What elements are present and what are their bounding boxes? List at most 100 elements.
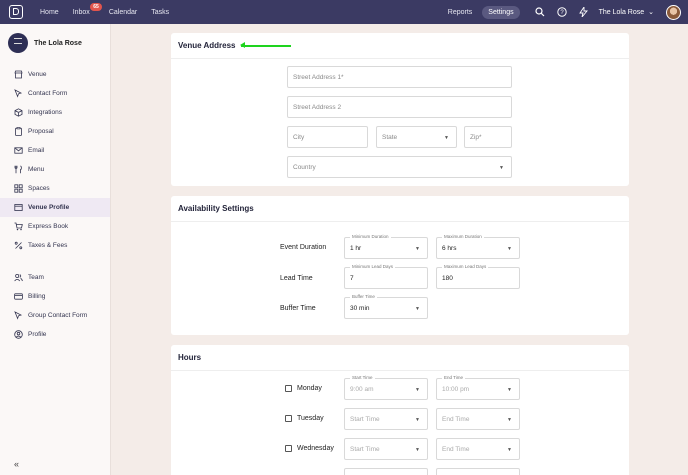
country-select[interactable]: Country ▼: [287, 156, 512, 178]
nav-home[interactable]: Home: [40, 9, 59, 16]
top-navigation-bar: Home Inbox 65 Calendar Tasks Reports Sett…: [0, 0, 688, 24]
venue-name: The Lola Rose: [34, 39, 82, 47]
sidebar-item-contact-form[interactable]: Contact Form: [0, 84, 110, 103]
search-icon[interactable]: [534, 6, 546, 18]
sidebar-item-label: Taxes & Fees: [28, 242, 68, 249]
event-duration-label: Event Duration: [280, 244, 327, 251]
buffer-time-float-label: Buffer Time: [350, 294, 377, 300]
sidebar-item-label: Proposal: [28, 128, 54, 135]
tuesday-start-time-select[interactable]: Start Time ▼: [344, 408, 428, 430]
minimum-duration-select[interactable]: Minimum Duration 1 hr ▼: [344, 234, 428, 259]
caret-down-icon: ▼: [415, 417, 420, 423]
maximum-lead-days-value: 180: [442, 274, 453, 282]
next-day-end-time-select[interactable]: [436, 468, 520, 475]
annotation-arrow: [240, 42, 291, 48]
user-circle-icon: [13, 330, 23, 340]
storefront-icon: [13, 70, 23, 80]
sidebar-item-venue[interactable]: Venue: [0, 65, 110, 84]
minimum-lead-days-field[interactable]: Minimum Lead Days 7: [344, 264, 428, 289]
sidebar-item-group-contact-form[interactable]: Group Contact Form: [0, 306, 110, 325]
wednesday-start-time-select[interactable]: Start Time ▼: [344, 438, 428, 460]
nav-reports[interactable]: Reports: [448, 9, 473, 16]
caret-down-icon: ▼: [415, 447, 420, 453]
sidebar-item-label: Group Contact Form: [28, 312, 88, 319]
account-name[interactable]: The Lola Rose: [599, 9, 645, 16]
utensils-icon: [13, 165, 23, 175]
next-day-start-time-select[interactable]: [344, 468, 428, 475]
venue-header[interactable]: The Lola Rose: [0, 24, 110, 65]
street-address-2-field[interactable]: Street Address 2: [287, 96, 512, 118]
sidebar-item-team[interactable]: Team: [0, 268, 110, 287]
availability-settings-card: Availability Settings Event Duration Min…: [171, 196, 629, 335]
tuesday-checkbox[interactable]: [285, 415, 292, 422]
state-select[interactable]: State ▼: [376, 126, 457, 148]
collapse-sidebar-icon[interactable]: «: [14, 459, 19, 469]
nav-inbox[interactable]: Inbox 65: [72, 2, 102, 16]
street-address-1-field[interactable]: Street Address 1*: [287, 66, 512, 88]
app-logo-icon[interactable]: [9, 5, 23, 19]
nav-tasks[interactable]: Tasks: [151, 9, 169, 16]
street-address-2-placeholder: Street Address 2: [293, 103, 342, 111]
caret-down-icon: ▼: [415, 246, 420, 252]
sidebar-item-taxes-fees[interactable]: Taxes & Fees: [0, 236, 110, 255]
venue-logo: [8, 33, 28, 53]
zip-field[interactable]: Zip*: [464, 126, 512, 148]
sidebar-item-venue-profile[interactable]: Venue Profile: [0, 198, 110, 217]
sidebar-item-express-book[interactable]: Express Book: [0, 217, 110, 236]
wednesday-start-time-placeholder: Start Time: [350, 445, 380, 453]
help-icon[interactable]: ?: [556, 6, 568, 18]
sidebar-item-integrations[interactable]: Integrations: [0, 103, 110, 122]
caret-down-icon: ▼: [507, 447, 512, 453]
buffer-time-select[interactable]: Buffer Time 30 min ▼: [344, 294, 428, 319]
monday-checkbox[interactable]: [285, 385, 292, 392]
monday-start-time-select[interactable]: Start Time 9:00 am ▼: [344, 375, 428, 400]
user-avatar[interactable]: [666, 4, 681, 20]
lead-time-label: Lead Time: [280, 275, 313, 282]
caret-down-icon: ▼: [415, 387, 420, 393]
city-field[interactable]: City: [287, 126, 368, 148]
cube-icon: [13, 108, 23, 118]
profile-card-icon: [13, 203, 23, 213]
sidebar-item-email[interactable]: Email: [0, 141, 110, 160]
caret-down-icon: ▼: [499, 165, 504, 171]
sidebar-item-label: Venue Profile: [28, 204, 70, 211]
buffer-time-label: Buffer Time: [280, 305, 316, 312]
maximum-duration-select[interactable]: Maximum Duration 6 hrs ▼: [436, 234, 520, 259]
day-label-tuesday: Tuesday: [297, 415, 324, 422]
state-placeholder: State: [382, 133, 398, 141]
sidebar-item-spaces[interactable]: Spaces: [0, 179, 110, 198]
monday-start-time-value: 9:00 am: [350, 385, 374, 393]
monday-end-time-select[interactable]: End Time 10:00 pm ▼: [436, 375, 520, 400]
hours-title: Hours: [171, 345, 629, 371]
sidebar-item-billing[interactable]: Billing: [0, 287, 110, 306]
minimum-duration-label: Minimum Duration: [350, 234, 391, 240]
nav-calendar[interactable]: Calendar: [109, 9, 137, 16]
nav-settings[interactable]: Settings: [482, 5, 520, 19]
nav-inbox-label: Inbox: [72, 8, 90, 16]
maximum-lead-days-label: Maximum Lead Days: [442, 264, 489, 270]
monday-end-time-value: 10:00 pm: [442, 385, 470, 393]
sidebar-item-label: Express Book: [28, 223, 69, 230]
hours-card: Hours Monday Start Time 9:00 am ▼ End Tim…: [171, 345, 629, 475]
tuesday-end-time-select[interactable]: End Time ▼: [436, 408, 520, 430]
cursor-icon: [13, 311, 23, 321]
sidebar-item-profile[interactable]: Profile: [0, 325, 110, 344]
chevron-down-icon[interactable]: ⌄: [648, 8, 654, 16]
users-icon: [13, 273, 23, 283]
lightning-icon[interactable]: [578, 6, 590, 18]
wednesday-end-time-select[interactable]: End Time ▼: [436, 438, 520, 460]
sidebar-item-menu[interactable]: Menu: [0, 160, 110, 179]
inbox-count-badge: 65: [90, 2, 102, 11]
start-time-label: Start Time: [350, 375, 375, 381]
sidebar-item-proposal[interactable]: Proposal: [0, 122, 110, 141]
sidebar-item-label: Integrations: [28, 109, 62, 116]
minimum-duration-value: 1 hr: [350, 244, 362, 252]
day-label-monday: Monday: [297, 385, 322, 392]
city-placeholder: City: [293, 133, 305, 141]
sidebar-item-label: Contact Form: [28, 90, 68, 97]
zip-placeholder: Zip*: [470, 133, 482, 141]
wednesday-end-time-placeholder: End Time: [442, 445, 470, 453]
maximum-lead-days-field[interactable]: Maximum Lead Days 180: [436, 264, 520, 289]
cart-icon: [13, 222, 23, 232]
wednesday-checkbox[interactable]: [285, 445, 292, 452]
